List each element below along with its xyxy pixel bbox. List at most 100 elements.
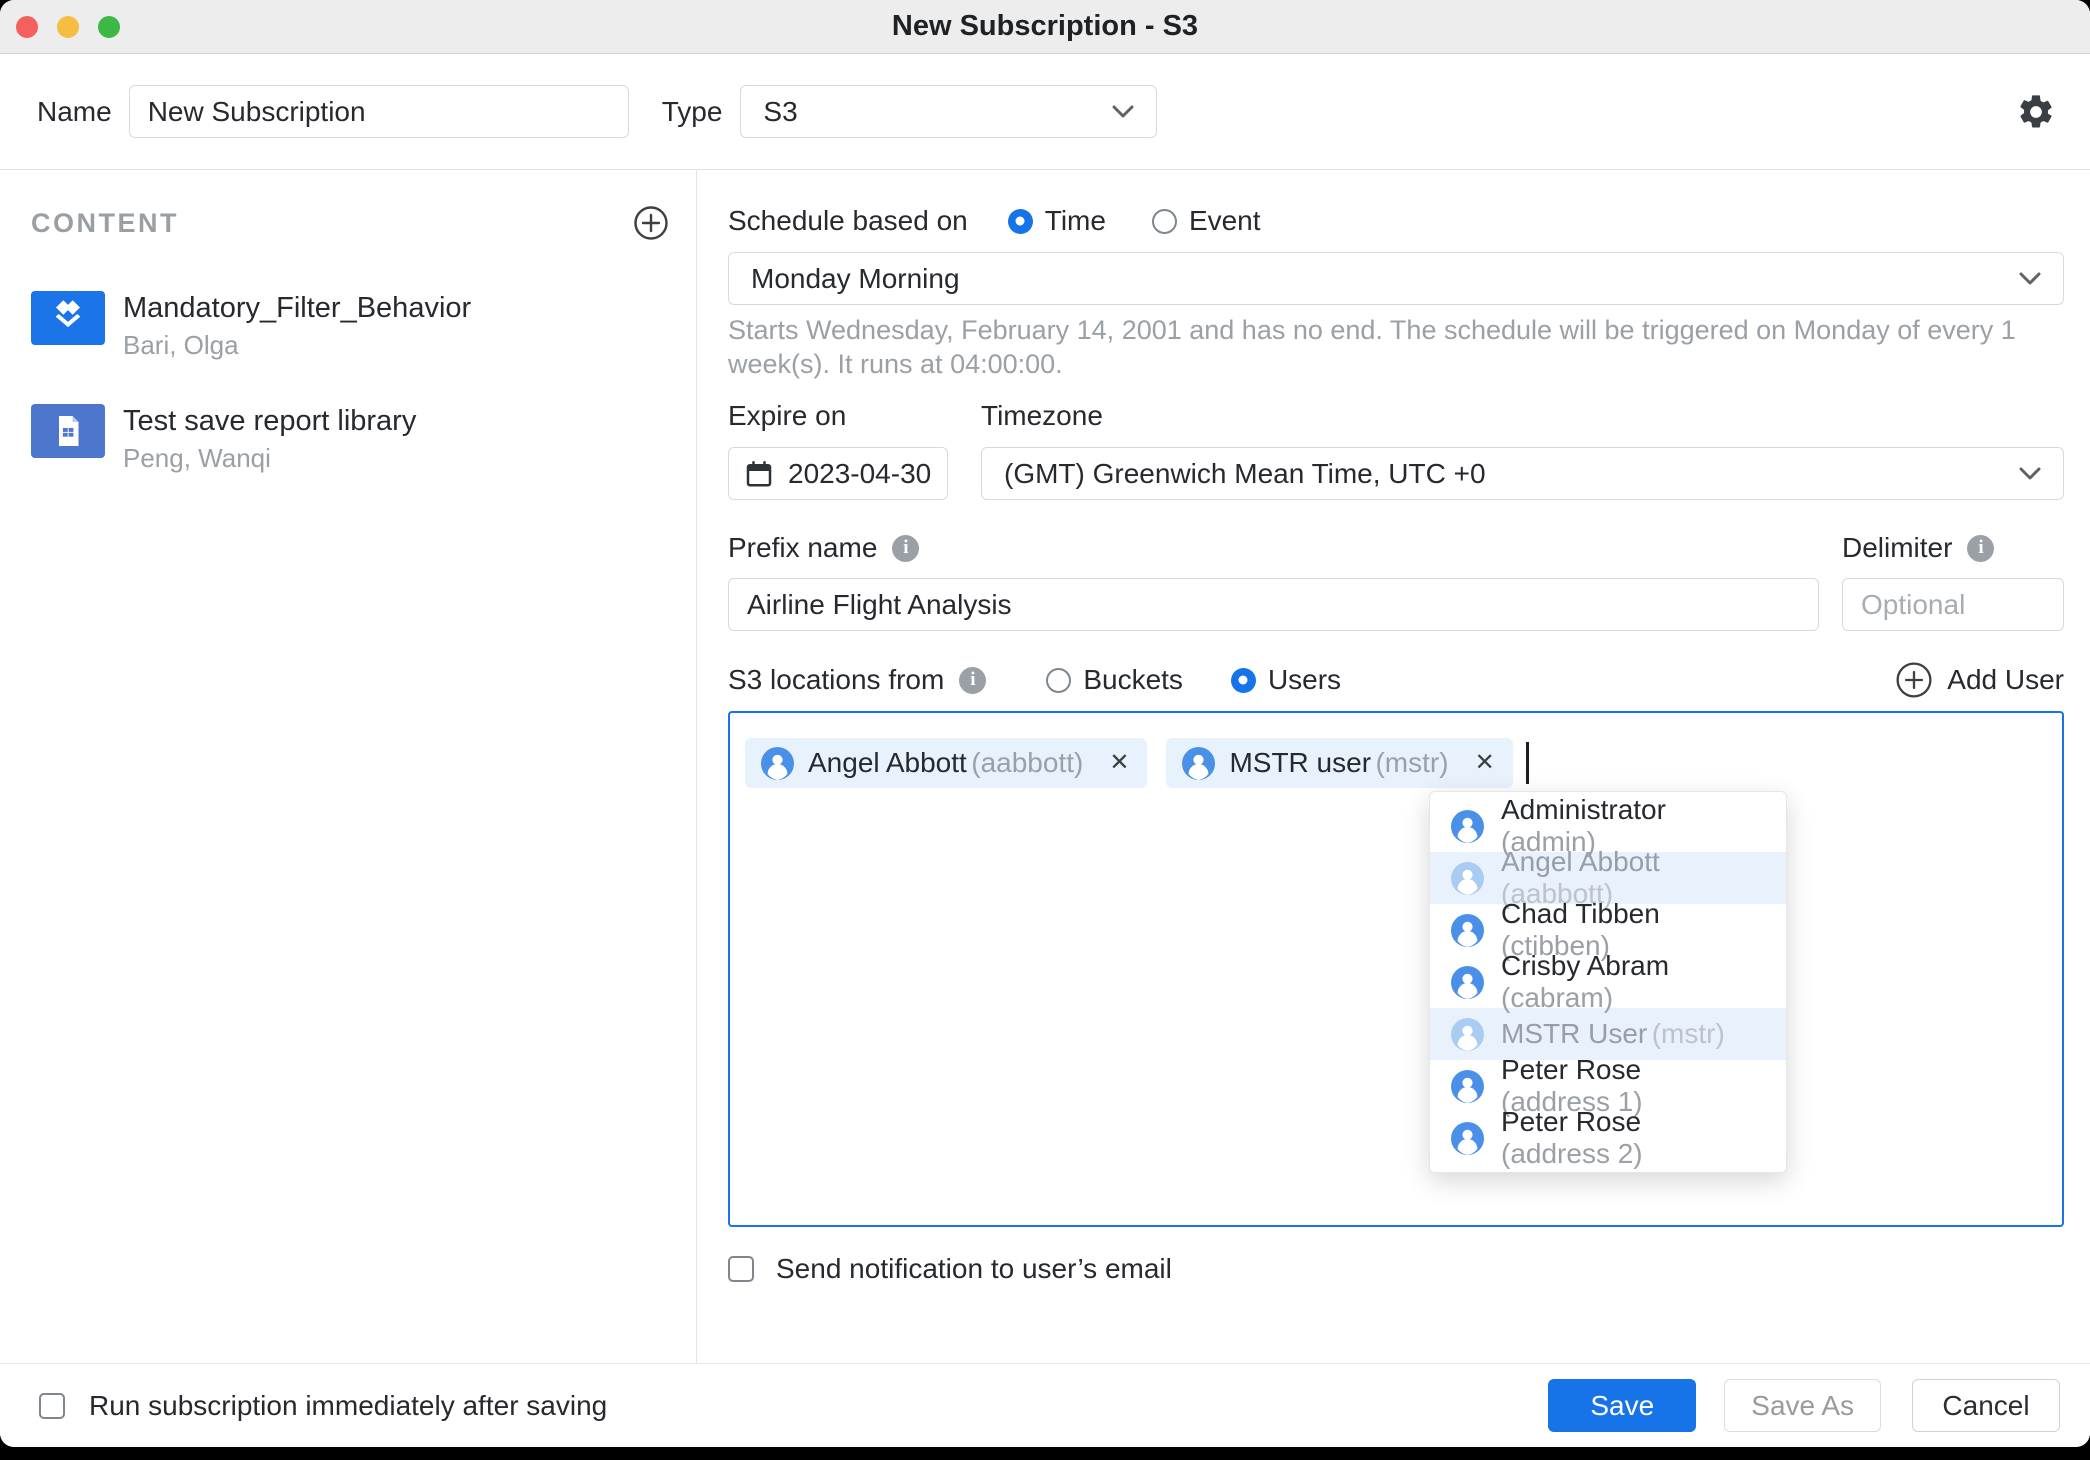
content-item-dossier[interactable]: Mandatory_Filter_Behavior Bari, Olga xyxy=(31,291,669,361)
type-select-value: S3 xyxy=(763,96,797,128)
user-avatar-icon xyxy=(1451,810,1484,843)
prefix-info-icon[interactable]: i xyxy=(892,535,919,562)
user-avatar-icon xyxy=(1451,1018,1484,1051)
run-immediately-label[interactable]: Run subscription immediately after savin… xyxy=(89,1390,607,1422)
s3-locations-label: S3 locations from xyxy=(728,664,944,696)
desktop-background: New Subscription - S3 Name Type S3 CONTE… xyxy=(0,0,2090,1460)
chevron-down-icon xyxy=(1112,105,1134,119)
save-button[interactable]: Save xyxy=(1548,1379,1696,1432)
delimiter-label: Delimiter xyxy=(1842,532,1952,564)
s3-locations-info-icon[interactable]: i xyxy=(959,667,986,694)
send-notification-checkbox[interactable] xyxy=(728,1256,754,1282)
content-item-title: Mandatory_Filter_Behavior xyxy=(123,291,471,325)
cancel-button[interactable]: Cancel xyxy=(1912,1379,2060,1432)
schedule-select-value: Monday Morning xyxy=(751,263,960,295)
expire-timezone-row: Expire on 2023-04-30 Timezone xyxy=(728,399,2064,500)
title-bar[interactable]: New Subscription - S3 xyxy=(0,0,2090,54)
report-icon xyxy=(31,404,105,458)
time-radio-label[interactable]: Time xyxy=(1045,205,1106,237)
recipient-chip[interactable]: MSTR user (mstr) ✕ xyxy=(1166,738,1512,788)
dropdown-item[interactable]: Angel Abbott (aabbott) xyxy=(1430,852,1786,904)
content-item-title: Test save report library xyxy=(123,404,416,438)
dropdown-item-name: MSTR User xyxy=(1501,1018,1647,1049)
run-immediately-checkbox[interactable] xyxy=(39,1393,65,1419)
chip-close-icon[interactable]: ✕ xyxy=(1475,751,1495,775)
schedule-based-on-row: Schedule based on Time Event xyxy=(728,197,2064,245)
chip-name: Angel Abbott xyxy=(808,747,967,778)
content-item-report[interactable]: Test save report library Peng, Wanqi xyxy=(31,404,669,474)
event-radio[interactable] xyxy=(1152,209,1177,234)
zoom-window-button[interactable] xyxy=(98,16,120,38)
content-item-text: Test save report library Peng, Wanqi xyxy=(123,404,416,474)
s3-locations-row: S3 locations from i Buckets Users Add Us… xyxy=(728,656,2064,704)
event-radio-label[interactable]: Event xyxy=(1189,205,1261,237)
content-item-owner: Bari, Olga xyxy=(123,329,471,361)
timezone-column: Timezone (GMT) Greenwich Mean Time, UTC … xyxy=(981,399,2064,500)
add-user-plus-icon xyxy=(1895,661,1933,699)
chip-name: MSTR user xyxy=(1229,747,1371,778)
chevron-down-icon xyxy=(2019,272,2041,286)
dropdown-item[interactable]: MSTR User (mstr) xyxy=(1430,1008,1786,1060)
dropdown-item-username: (address 2) xyxy=(1501,1138,1643,1169)
name-input[interactable] xyxy=(129,85,629,138)
dropdown-item-name: Administrator xyxy=(1501,794,1666,825)
prefix-name-input[interactable] xyxy=(728,578,1819,631)
main-panel: Schedule based on Time Event Monday Morn… xyxy=(697,170,2090,1363)
add-user-button[interactable]: Add User xyxy=(1895,661,2064,699)
buckets-radio[interactable] xyxy=(1046,668,1071,693)
users-radio[interactable] xyxy=(1231,668,1256,693)
notification-row: Send notification to user’s email xyxy=(728,1253,2064,1285)
traffic-lights xyxy=(16,16,120,38)
save-as-button[interactable]: Save As xyxy=(1724,1379,1881,1432)
dropdown-item-name: Peter Rose xyxy=(1501,1106,1641,1137)
dropdown-item[interactable]: Peter Rose (address 1) xyxy=(1430,1060,1786,1112)
type-select[interactable]: S3 xyxy=(740,85,1157,138)
send-notification-label[interactable]: Send notification to user’s email xyxy=(776,1253,1172,1285)
delimiter-input[interactable] xyxy=(1842,578,2064,631)
dropdown-item[interactable]: Chad Tibben (ctibben) xyxy=(1430,904,1786,956)
dropdown-item-name: Angel Abbott xyxy=(1501,846,1660,877)
add-content-icon[interactable] xyxy=(633,205,669,241)
dropdown-item-username: (cabram) xyxy=(1501,982,1613,1013)
name-label: Name xyxy=(37,96,112,128)
dropdown-item[interactable]: Peter Rose (address 2) xyxy=(1430,1112,1786,1164)
close-window-button[interactable] xyxy=(16,16,38,38)
delimiter-info-icon[interactable]: i xyxy=(1967,535,1994,562)
header-row: Name Type S3 xyxy=(0,54,2090,170)
buckets-radio-label[interactable]: Buckets xyxy=(1083,664,1183,696)
content-item-text: Mandatory_Filter_Behavior Bari, Olga xyxy=(123,291,471,361)
user-avatar-icon xyxy=(1451,914,1484,947)
users-radio-label[interactable]: Users xyxy=(1268,664,1341,696)
dropdown-item-username: (mstr) xyxy=(1652,1018,1725,1049)
user-avatar-icon xyxy=(1451,1070,1484,1103)
content-header: CONTENT xyxy=(31,205,669,241)
time-radio[interactable] xyxy=(1008,209,1033,234)
dropdown-item-name: Crisby Abram xyxy=(1501,950,1669,981)
schedule-based-on-label: Schedule based on xyxy=(728,205,968,237)
chevron-down-icon xyxy=(2019,467,2041,481)
prefix-delimiter-row: Prefix name i Delimiter i xyxy=(728,531,2064,631)
recipient-chip[interactable]: Angel Abbott (aabbott) ✕ xyxy=(745,738,1147,788)
user-avatar-icon xyxy=(761,747,794,780)
chip-username: (mstr) xyxy=(1375,747,1448,778)
schedule-select[interactable]: Monday Morning xyxy=(728,252,2064,305)
timezone-select[interactable]: (GMT) Greenwich Mean Time, UTC +0 xyxy=(981,447,2064,500)
user-avatar-icon xyxy=(1451,966,1484,999)
expire-date-input[interactable]: 2023-04-30 xyxy=(728,447,948,500)
run-immediately-option: Run subscription immediately after savin… xyxy=(39,1390,607,1422)
user-recipients-input[interactable]: Angel Abbott (aabbott) ✕ MSTR user (m xyxy=(728,711,2064,1227)
chip-close-icon[interactable]: ✕ xyxy=(1109,751,1129,775)
type-label: Type xyxy=(662,96,723,128)
dropdown-item[interactable]: Administrator (admin) xyxy=(1430,800,1786,852)
gear-icon[interactable] xyxy=(2016,92,2056,132)
prefix-column: Prefix name i xyxy=(728,531,1819,631)
footer-bar: Run subscription immediately after savin… xyxy=(0,1363,2090,1447)
dropdown-item[interactable]: Crisby Abram (cabram) xyxy=(1430,956,1786,1008)
user-suggestion-dropdown: Administrator (admin) Angel Abbott (aabb… xyxy=(1429,791,1787,1173)
content-section-title: CONTENT xyxy=(31,208,179,239)
minimize-window-button[interactable] xyxy=(57,16,79,38)
dossier-icon xyxy=(31,291,105,345)
dropdown-item-name: Chad Tibben xyxy=(1501,898,1660,929)
footer-actions: Save Save As Cancel xyxy=(1548,1379,2060,1432)
timezone-select-value: (GMT) Greenwich Mean Time, UTC +0 xyxy=(1004,458,1486,490)
